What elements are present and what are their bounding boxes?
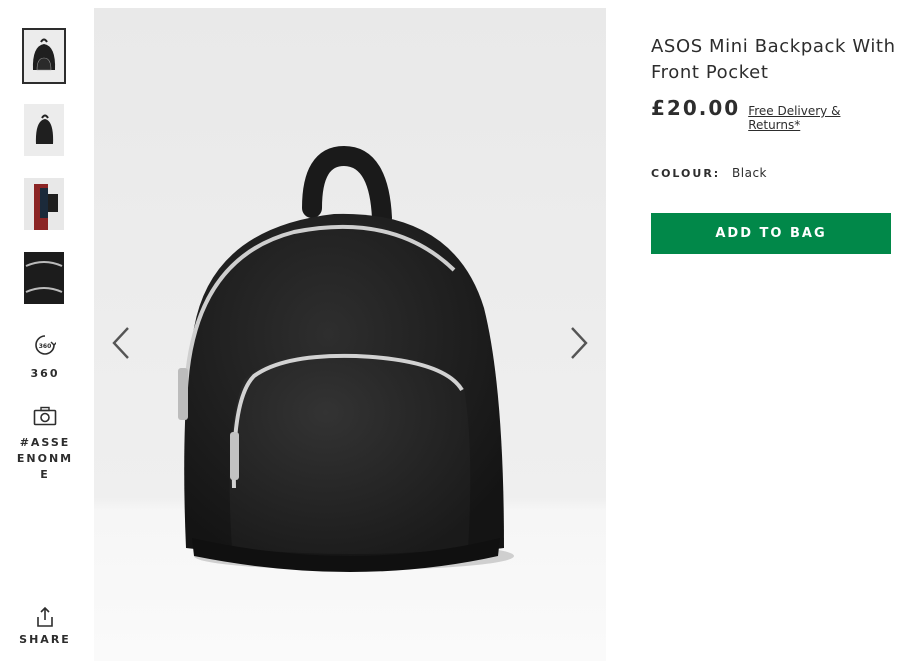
product-info: ASOS Mini Backpack With Front Pocket £20… — [651, 34, 896, 254]
backpack-side-image — [24, 104, 64, 156]
view-360-button[interactable]: 360 360 — [0, 334, 90, 382]
colour-label: COLOUR: — [651, 167, 721, 180]
chevron-right-icon — [571, 327, 588, 359]
thumbnail-1[interactable] — [22, 28, 66, 84]
svg-text:360: 360 — [39, 343, 52, 350]
product-title: ASOS Mini Backpack With Front Pocket — [651, 36, 896, 83]
free-delivery-link[interactable]: Free Delivery & Returns* — [748, 104, 896, 132]
share-label: SHARE — [19, 633, 71, 646]
previous-image-button[interactable] — [106, 323, 136, 363]
backpack-front-image — [24, 30, 64, 82]
colour-value: Black — [732, 166, 767, 180]
thumbnail-3[interactable] — [24, 178, 64, 230]
model-image — [24, 178, 64, 230]
view-360-label: 360 — [30, 367, 60, 380]
colour-row: COLOUR: Black — [651, 166, 896, 180]
add-to-bag-button[interactable]: ADD TO BAG — [651, 213, 891, 254]
share-icon — [37, 606, 53, 627]
share-button[interactable]: SHARE — [0, 606, 90, 648]
price-row: £20.00 Free Delivery & Returns* — [651, 96, 896, 132]
thumbnail-rail: 360 360 #ASSEENONME SHARE — [0, 0, 90, 661]
backpack-detail-image — [24, 252, 64, 304]
main-product-image — [94, 8, 606, 661]
as-seen-on-me-button[interactable]: #ASSEENONME — [0, 406, 90, 483]
rotate-360-icon: 360 — [35, 335, 56, 355]
as-seen-on-me-label: #ASSEENONME — [16, 436, 74, 481]
thumbnail-2[interactable] — [24, 104, 64, 156]
backpack-image — [94, 8, 606, 661]
next-image-button[interactable] — [564, 323, 594, 363]
product-price: £20.00 — [651, 96, 741, 120]
thumbnail-4[interactable] — [24, 252, 64, 304]
camera-icon — [33, 406, 57, 426]
chevron-left-icon — [112, 327, 129, 359]
